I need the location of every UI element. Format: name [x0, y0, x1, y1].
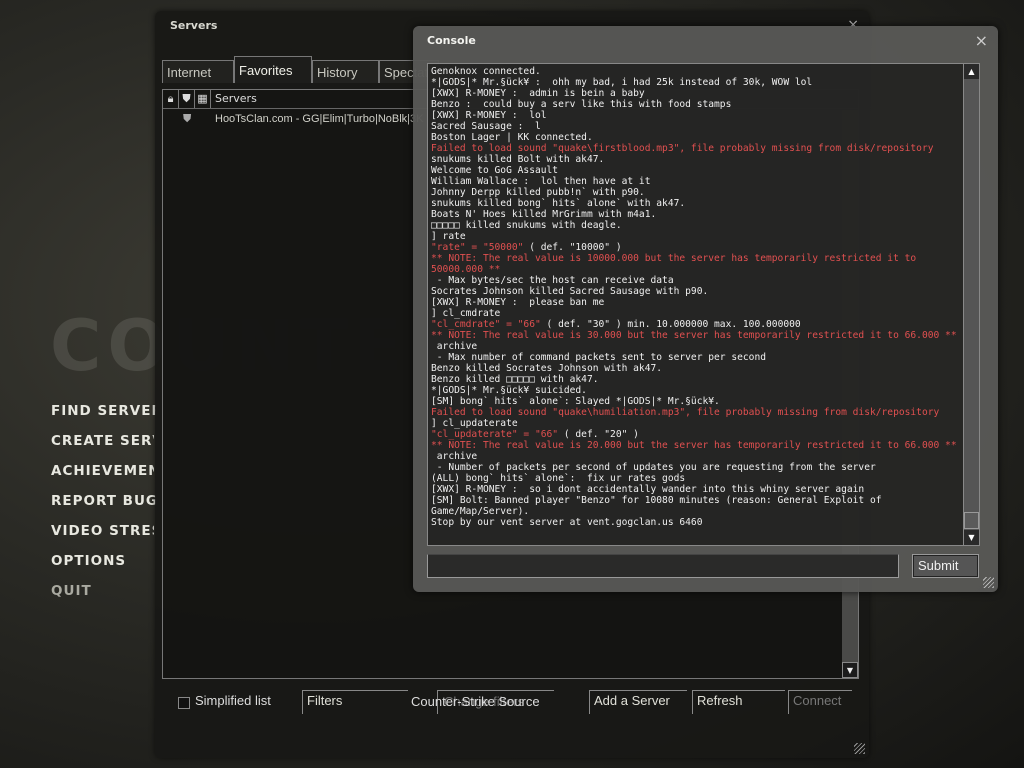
server-name: HooTsClan.com - GG|Elim|Turbo|NoBlk|3K	[215, 113, 424, 125]
console-line: ] rate	[431, 231, 466, 242]
menu-options[interactable]: OPTIONS	[51, 553, 158, 583]
menu-report-bug[interactable]: REPORT BUG	[51, 493, 158, 523]
console-line: [SM] bong` hits` alone`: Slayed *|GODS|*…	[431, 396, 720, 407]
console-output: Genoknox connected. *|GODS|* Mr.§ück¥ : o…	[427, 63, 980, 546]
console-line: - Max number of command packets sent to …	[431, 352, 767, 363]
console-line: archive	[431, 451, 478, 462]
console-line: "cl_updaterate" = "66" ( def. "20" )	[431, 429, 965, 440]
console-line: "rate" = "50000" ( def. "10000" )	[431, 242, 965, 253]
console-line: [XWX] R-MONEY : please ban me	[431, 297, 605, 308]
film-icon[interactable]: ▦	[195, 90, 211, 108]
console-line: ] cl_updaterate	[431, 418, 518, 429]
console-title: Console	[427, 34, 476, 47]
console-line: William Wallace : lol then have at it	[431, 176, 651, 187]
console-window: Console × Genoknox connected. *|GODS|* Mr…	[413, 26, 998, 592]
console-line-cvar: "rate" = "50000"	[431, 242, 524, 253]
lock-icon[interactable]: 🔒︎	[163, 90, 179, 108]
submit-button[interactable]: Submit	[912, 554, 979, 578]
vac-shield-icon: ⛊	[183, 113, 192, 125]
menu-achievements[interactable]: ACHIEVEMENTS	[51, 463, 154, 493]
console-line: "cl_cmdrate" = "66" ( def. "30" ) min. 1…	[431, 319, 965, 330]
console-line: Johnny Derpp killed pubb!n` with p90.	[431, 187, 645, 198]
console-log-lines: Genoknox connected. *|GODS|* Mr.§ück¥ : o…	[431, 66, 965, 528]
tab-history[interactable]: History	[312, 60, 379, 83]
console-line: snukums killed Bolt with ak47.	[431, 154, 605, 165]
console-line: Stop by our vent server at vent.gogclan.…	[431, 517, 703, 528]
tab-favorites[interactable]: Favorites	[234, 56, 312, 83]
console-line: Failed to load sound "quake\firstblood.m…	[431, 143, 934, 154]
console-line: □□□□□ killed snukums with deagle.	[431, 220, 622, 231]
console-scrollbar[interactable]: ▲ ▼	[963, 64, 979, 545]
simplified-list-label: Simplified list	[195, 693, 271, 708]
console-line: Socrates Johnson killed Sacred Sausage w…	[431, 286, 709, 297]
console-line: Welcome to GoG Assault	[431, 165, 559, 176]
console-line: Boats N' Hoes killed MrGrimm with m4a1.	[431, 209, 657, 220]
console-line: - Max bytes/sec the host can receive dat…	[431, 275, 674, 286]
scroll-down-icon[interactable]: ▼	[964, 530, 979, 545]
console-line: *|GODS|* Mr.§ück¥ : ohh my bad, i had 25…	[431, 77, 813, 88]
menu-video-stress-test[interactable]: VIDEO STRESS TEST	[51, 523, 154, 553]
console-line: *|GODS|* Mr.§ück¥ suicided.	[431, 385, 587, 396]
console-line: (ALL) bong` hits` alone`: fix ur rates g…	[431, 473, 686, 484]
close-icon[interactable]: ×	[975, 31, 988, 50]
scrollbar-thumb[interactable]	[964, 512, 979, 529]
game-filter-label: Counter-Strike Source	[411, 694, 540, 709]
menu-create-server[interactable]: CREATE SERVER	[51, 433, 154, 463]
console-line: Genoknox connected.	[431, 66, 541, 77]
refresh-button[interactable]: Refresh	[692, 690, 785, 714]
console-line: ** NOTE: The real value is 20.000 but th…	[431, 440, 957, 451]
console-line: Sacred Sausage : l	[431, 121, 541, 132]
connect-button[interactable]: Connect	[788, 690, 852, 714]
console-line-cvar: "cl_cmdrate" = "66"	[431, 319, 541, 330]
console-line: [SM] Bolt: Banned player "Benzo" for 100…	[431, 495, 888, 517]
filters-button[interactable]: Filters	[302, 690, 408, 714]
console-line: snukums killed bong` hits` alone` with a…	[431, 198, 686, 209]
servers-window-title: Servers	[170, 19, 218, 32]
menu-find-servers[interactable]: FIND SERVERS	[51, 403, 156, 433]
tab-internet[interactable]: Internet	[162, 60, 234, 83]
console-line: Failed to load sound "quake\humiliation.…	[431, 407, 940, 418]
console-command-input[interactable]	[427, 554, 899, 578]
console-line: - Number of packets per second of update…	[431, 462, 876, 473]
console-line: Benzo : could buy a serv like this with …	[431, 99, 732, 110]
scroll-down-icon[interactable]: ▼	[842, 662, 858, 678]
servers-bottom-bar: Simplified list Filters Change filters C…	[162, 683, 859, 727]
console-line: [XWX] R-MONEY : so i dont accidentally w…	[431, 484, 865, 495]
simplified-list-checkbox[interactable]	[178, 697, 190, 709]
vac-shield-icon[interactable]: ⛊	[179, 90, 195, 108]
console-line: Benzo killed □□□□□ with ak47.	[431, 374, 599, 385]
console-line: Benzo killed Socrates Johnson with ak47.	[431, 363, 663, 374]
console-line: [XWX] R-MONEY : lol	[431, 110, 547, 121]
console-line: archive	[431, 341, 478, 352]
add-server-button[interactable]: Add a Server	[589, 690, 687, 714]
console-line: Boston Lager | KK connected.	[431, 132, 593, 143]
console-line: ** NOTE: The real value is 10000.000 but…	[431, 253, 922, 275]
console-line-default: ( def. "30" ) min. 10.000000 max. 100.00…	[540, 319, 801, 330]
resize-grip[interactable]	[854, 743, 865, 754]
console-line: [XWX] R-MONEY : admin is bein a baby	[431, 88, 645, 99]
console-line: ** NOTE: The real value is 30.000 but th…	[431, 330, 957, 341]
menu-quit[interactable]: QUIT	[51, 583, 158, 613]
console-line-cvar: "cl_updaterate" = "66"	[431, 429, 559, 440]
main-menu: FIND SERVERS CREATE SERVER ACHIEVEMENTS …	[51, 403, 158, 613]
resize-grip[interactable]	[983, 577, 994, 588]
console-line: ] cl_cmdrate	[431, 308, 501, 319]
console-line-default: ( def. "20" )	[558, 429, 639, 440]
scroll-up-icon[interactable]: ▲	[964, 64, 979, 79]
console-line-default: ( def. "10000" )	[523, 242, 622, 253]
